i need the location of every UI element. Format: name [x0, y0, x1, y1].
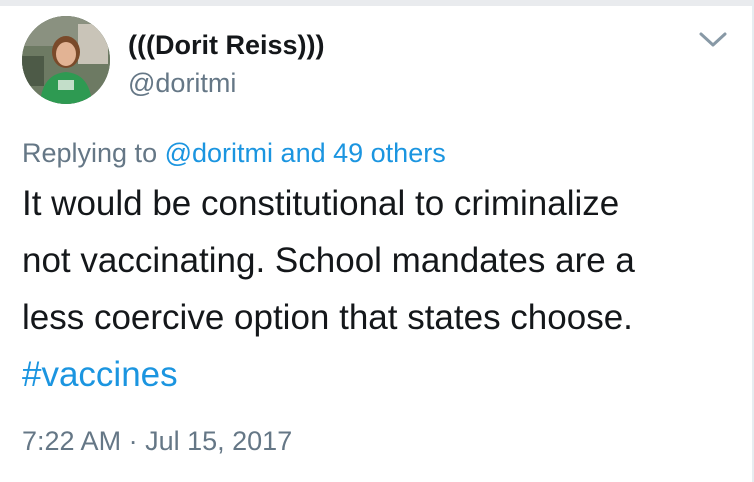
replying-and[interactable]: and [281, 138, 326, 168]
replying-prefix: Replying to [22, 138, 158, 168]
timestamp-separator: · [128, 426, 138, 456]
chevron-down-icon[interactable] [696, 26, 730, 52]
display-name[interactable]: (((Dorit Reiss))) [128, 30, 325, 61]
tweet-text-line: not vaccinating. School mandates are a [22, 241, 635, 280]
tweet-time: 7:22 AM [22, 426, 122, 456]
hashtag-link[interactable]: #vaccines [22, 355, 178, 394]
replying-user-link[interactable]: @doritmi [165, 138, 273, 168]
tweet-text-line: less coercive option that states choose. [22, 298, 633, 337]
tweet-text: It would be constitutional to criminaliz… [22, 175, 732, 403]
replying-to-line: Replying to @doritmi and 49 others [22, 138, 446, 169]
tweet-text-line: It would be constitutional to criminaliz… [22, 184, 620, 223]
avatar-image [22, 16, 110, 104]
timestamp[interactable]: 7:22 AM · Jul 15, 2017 [22, 426, 292, 457]
user-handle[interactable]: @doritmi [128, 68, 236, 99]
tweet-date: Jul 15, 2017 [145, 426, 293, 456]
avatar[interactable] [22, 16, 110, 104]
tweet-card: (((Dorit Reiss))) @doritmi Replying to @… [0, 0, 754, 482]
replying-others-link[interactable]: 49 others [333, 138, 446, 168]
